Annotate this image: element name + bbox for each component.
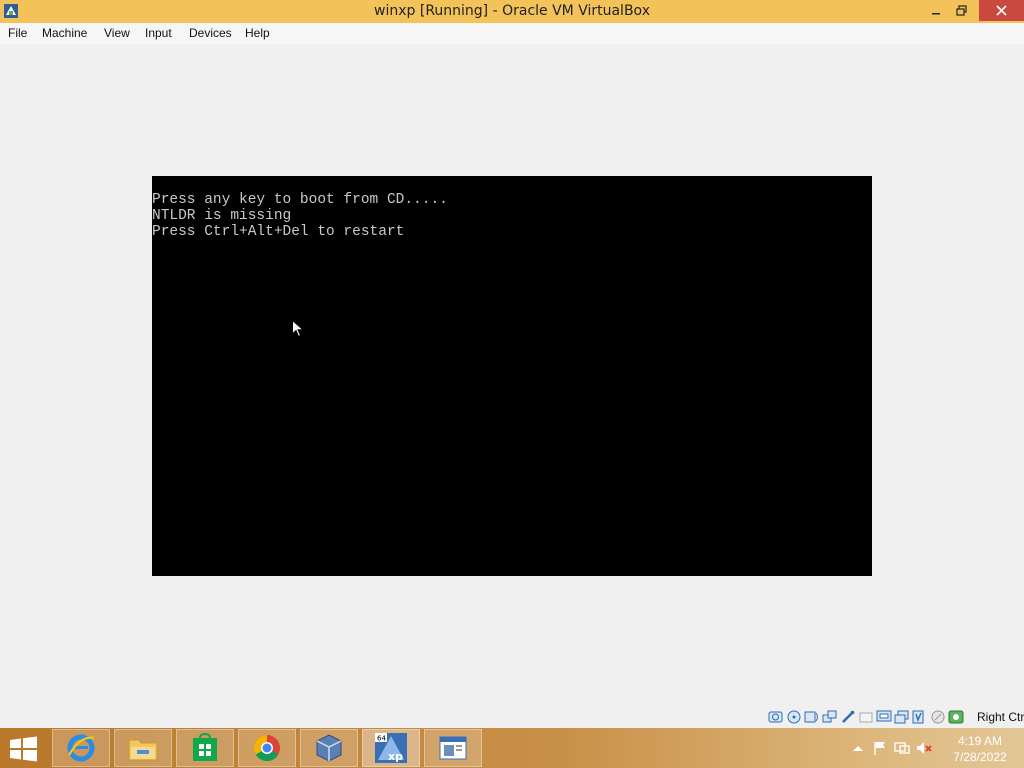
optical-drive-icon[interactable] — [786, 710, 802, 724]
volume-muted-icon[interactable] — [916, 740, 932, 756]
keyboard-capture-icon[interactable] — [948, 710, 964, 724]
window-title: winxp [Running] - Oracle VM VirtualBox — [374, 3, 650, 19]
system-clock[interactable]: 4:19 AM 7/28/2022 — [940, 733, 1020, 765]
taskbar-chrome-button[interactable] — [238, 729, 296, 767]
restore-button[interactable] — [951, 0, 973, 21]
menu-help[interactable]: Help — [245, 26, 270, 40]
store-icon — [193, 733, 217, 761]
usb-icon[interactable] — [840, 710, 856, 724]
menu-file[interactable]: File — [8, 26, 27, 40]
mouse-integration-icon[interactable] — [930, 710, 946, 724]
video-capture-icon[interactable] — [894, 710, 910, 724]
minimize-button[interactable] — [926, 0, 946, 21]
system-tray — [850, 740, 932, 756]
host-key-label[interactable]: Right Ctrl — [977, 710, 1024, 724]
console-line: NTLDR is missing — [152, 208, 292, 224]
action-center-flag-icon[interactable] — [872, 740, 888, 756]
window-title-bar[interactable]: winxp [Running] - Oracle VM VirtualBox — [0, 0, 1024, 23]
taskbar-store-button[interactable] — [176, 729, 234, 767]
svg-text:xp: xp — [388, 750, 403, 763]
ie-icon — [67, 734, 95, 762]
clock-time: 4:19 AM — [957, 734, 1003, 748]
virtualbox-icon — [316, 734, 342, 762]
clock-date: 7/28/2022 — [953, 750, 1007, 764]
restore-icon — [956, 4, 967, 16]
taskbar-virtualbox-button[interactable] — [300, 729, 358, 767]
menu-devices[interactable]: Devices — [189, 26, 232, 40]
start-button[interactable] — [8, 736, 40, 762]
cpu-icon[interactable] — [912, 710, 928, 724]
close-button[interactable] — [979, 0, 1024, 21]
menu-bar: File Machine View Input Devices Help — [0, 23, 1024, 44]
menu-input[interactable]: Input — [145, 26, 172, 40]
network-icon[interactable] — [894, 740, 910, 756]
window-icon — [439, 736, 467, 760]
taskbar-ie-button[interactable] — [52, 729, 110, 767]
network-icon[interactable] — [822, 710, 838, 724]
menu-view[interactable]: View — [104, 26, 130, 40]
console-line: Press any key to boot from CD..... — [152, 192, 448, 208]
display-icon[interactable] — [876, 710, 892, 724]
taskbar-winxp-vm-button[interactable]: 64 xp — [362, 729, 420, 767]
minimize-icon — [932, 12, 940, 14]
taskbar-explorer-button[interactable] — [114, 729, 172, 767]
hard-disk-icon[interactable] — [768, 710, 784, 724]
close-icon — [996, 5, 1007, 16]
console-line: Press Ctrl+Alt+Del to restart — [152, 224, 405, 240]
audio-icon[interactable] — [804, 710, 820, 724]
chrome-icon — [253, 734, 280, 762]
shared-folders-icon[interactable] — [858, 710, 874, 724]
show-hidden-icons-icon[interactable] — [850, 740, 866, 756]
svg-text:64: 64 — [377, 735, 386, 743]
status-bar: Right Ctrl — [0, 706, 1024, 728]
vm-display[interactable]: Press any key to boot from CD..... NTLDR… — [152, 176, 872, 576]
vm-xp-icon: 64 xp — [375, 733, 407, 763]
console-output: Press any key to boot from CD..... NTLDR… — [152, 192, 448, 240]
windows-logo-icon — [10, 736, 37, 762]
mouse-pointer-icon — [292, 320, 304, 338]
folder-icon — [128, 739, 158, 761]
device-status-icons — [768, 710, 964, 724]
taskbar-window-button[interactable] — [424, 729, 482, 767]
taskbar: 64 xp 4:19 AM 7/28/2022 — [0, 728, 1024, 768]
menu-machine[interactable]: Machine — [42, 26, 87, 40]
